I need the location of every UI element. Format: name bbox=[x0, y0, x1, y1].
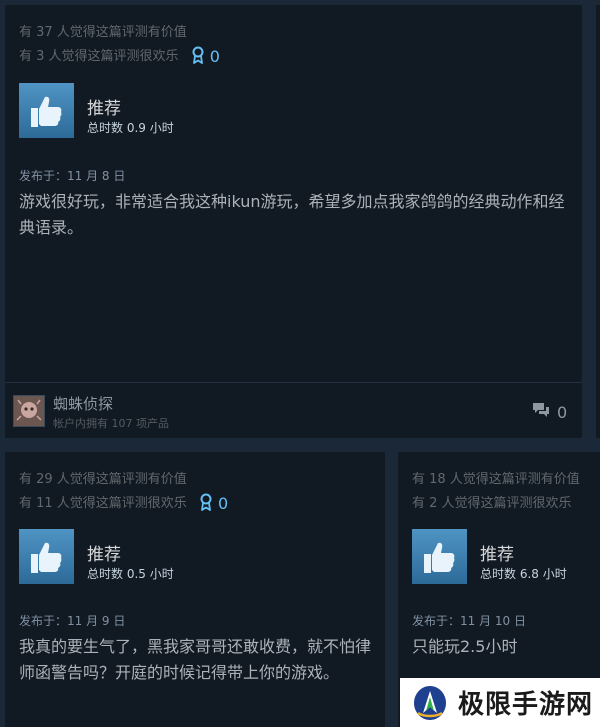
author-avatar[interactable] bbox=[13, 395, 45, 427]
funny-votes: 有 2 人觉得这篇评测很欢乐 bbox=[412, 496, 572, 511]
posted-date: 发布于：11 月 8 日 bbox=[19, 169, 126, 183]
review-text: 游戏很好玩，非常适合我这种ikun游玩，希望多加点我家鸽鸽的经典动作和经典语录。 bbox=[19, 192, 565, 237]
recommendation-label: 推荐 bbox=[480, 545, 514, 565]
hours-on-record: 总时数 0.5 小时 bbox=[87, 567, 174, 581]
comment-bubble-icon bbox=[531, 401, 551, 423]
award-button[interactable]: 0 bbox=[191, 46, 220, 68]
hours-on-record: 总时数 0.9 小时 bbox=[87, 121, 174, 135]
thumbs-up-icon bbox=[19, 529, 74, 584]
award-button[interactable]: 0 bbox=[199, 493, 228, 515]
helpful-votes: 有 37 人觉得这篇评测有价值 bbox=[19, 25, 187, 40]
recommendation-label: 推荐 bbox=[87, 99, 121, 119]
review-card: 有 37 人觉得这篇评测有价值 有 3 人觉得这篇评测很欢乐 0 推荐 总时数 … bbox=[5, 5, 582, 438]
funny-votes: 有 3 人觉得这篇评测很欢乐 0 bbox=[19, 45, 220, 68]
comments-button[interactable]: 0 bbox=[531, 401, 567, 423]
site-logo-icon bbox=[414, 685, 446, 720]
award-count: 0 bbox=[209, 47, 220, 66]
next-card-edge bbox=[596, 5, 600, 438]
watermark-text: 极限手游网 bbox=[458, 690, 594, 720]
author-products-count: 帐户内拥有 107 项产品 bbox=[53, 417, 169, 430]
review-card: 有 29 人觉得这篇评测有价值 有 11 人觉得这篇评测很欢乐 0 推荐 总时数… bbox=[5, 452, 385, 727]
comment-count: 0 bbox=[557, 402, 568, 422]
hours-on-record: 总时数 6.8 小时 bbox=[480, 567, 567, 581]
thumbs-up-icon bbox=[412, 529, 467, 584]
award-ribbon-icon bbox=[199, 493, 213, 515]
thumbs-up-icon bbox=[19, 83, 74, 138]
posted-date: 发布于：11 月 10 日 bbox=[412, 614, 526, 628]
posted-date: 发布于：11 月 9 日 bbox=[19, 614, 126, 628]
award-count: 0 bbox=[217, 494, 229, 513]
funny-votes-text: 有 3 人觉得这篇评测很欢乐 bbox=[19, 49, 179, 64]
funny-votes-text: 有 11 人觉得这篇评测很欢乐 bbox=[19, 496, 187, 511]
card-divider bbox=[5, 382, 582, 383]
award-ribbon-icon bbox=[191, 46, 205, 68]
recommendation-label: 推荐 bbox=[87, 545, 121, 565]
funny-votes: 有 11 人觉得这篇评测很欢乐 0 bbox=[19, 492, 228, 515]
helpful-votes: 有 18 人觉得这篇评测有价值 bbox=[412, 472, 580, 487]
helpful-votes: 有 29 人觉得这篇评测有价值 bbox=[19, 472, 187, 487]
review-text: 只能玩2.5小时 bbox=[412, 637, 518, 656]
author-name[interactable]: 蜘蛛侦探 bbox=[53, 393, 113, 414]
review-text: 我真的要生气了，黑我家哥哥还敢收费，就不怕律师函警告吗？开庭的时候记得带上你的游… bbox=[19, 637, 372, 682]
site-watermark: 极限手游网 bbox=[400, 678, 600, 727]
